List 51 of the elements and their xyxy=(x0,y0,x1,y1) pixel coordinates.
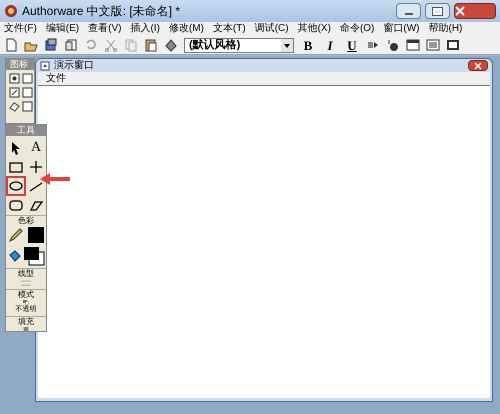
design-icon[interactable] xyxy=(22,87,32,98)
section-label: 填充 xyxy=(18,316,34,327)
arrow-icon xyxy=(40,173,70,185)
close-button[interactable] xyxy=(468,60,488,71)
new-file-icon[interactable] xyxy=(4,38,18,52)
menu-item[interactable]: 插入(I) xyxy=(130,24,160,34)
design-icon[interactable] xyxy=(9,101,20,112)
design-icon[interactable] xyxy=(22,101,32,112)
menu-item[interactable]: 窗口(W) xyxy=(383,24,420,34)
palette-title: 图标 xyxy=(6,59,34,70)
window-title: 演示窗口 xyxy=(54,60,95,70)
palette-title: 工具 xyxy=(6,125,46,136)
window-icon xyxy=(40,60,50,70)
close-icon xyxy=(455,6,465,16)
cube-icon[interactable] xyxy=(44,38,58,52)
menu-item[interactable]: 文件(F) xyxy=(4,24,37,34)
fill-color-swatches[interactable] xyxy=(22,246,44,266)
section-label: 色彩 xyxy=(18,216,34,226)
menu-item[interactable]: 文件 xyxy=(46,74,66,84)
paste-icon[interactable] xyxy=(144,38,158,52)
text-tool[interactable]: A xyxy=(30,141,42,155)
menu-item[interactable]: 命令(O) xyxy=(340,24,374,34)
menu-item[interactable]: 编辑(E) xyxy=(46,24,80,34)
window-icon[interactable] xyxy=(406,38,420,52)
menu-item[interactable]: 修改(M) xyxy=(168,24,204,34)
menu-item[interactable]: 帮助(H) xyxy=(428,24,462,34)
app-icon xyxy=(4,4,18,18)
section-label: 模式 xyxy=(18,290,34,300)
menu-item[interactable]: 文本(T) xyxy=(212,24,246,34)
format-button[interactable]: B xyxy=(300,38,316,52)
design-icon[interactable] xyxy=(22,73,32,84)
close-icon xyxy=(474,62,482,70)
window-title: Authorware 中文版: [未命名] * xyxy=(22,3,182,20)
close-button[interactable] xyxy=(454,3,496,19)
copy-icon[interactable] xyxy=(64,38,78,52)
section-label: 线型 xyxy=(18,269,34,279)
format-button[interactable]: I xyxy=(322,38,338,52)
paint-bucket-icon[interactable] xyxy=(8,249,22,263)
ellipse-icon[interactable] xyxy=(8,178,24,194)
design-icon[interactable] xyxy=(9,87,20,98)
menu-item[interactable]: 其他(X) xyxy=(298,24,331,34)
maximize-button[interactable] xyxy=(425,3,450,19)
design-icon[interactable] xyxy=(9,73,20,84)
menu-item[interactable]: 查看(V) xyxy=(88,24,122,34)
line-color-swatch[interactable] xyxy=(28,227,44,243)
list-icon[interactable] xyxy=(426,38,440,52)
style-dropdown[interactable]: (默认风格) xyxy=(184,38,294,52)
menu-item[interactable]: 调试(C) xyxy=(254,24,289,34)
crosshair-icon[interactable] xyxy=(28,159,44,175)
minimize-button[interactable] xyxy=(396,3,421,19)
format-button[interactable]: U xyxy=(344,38,360,52)
